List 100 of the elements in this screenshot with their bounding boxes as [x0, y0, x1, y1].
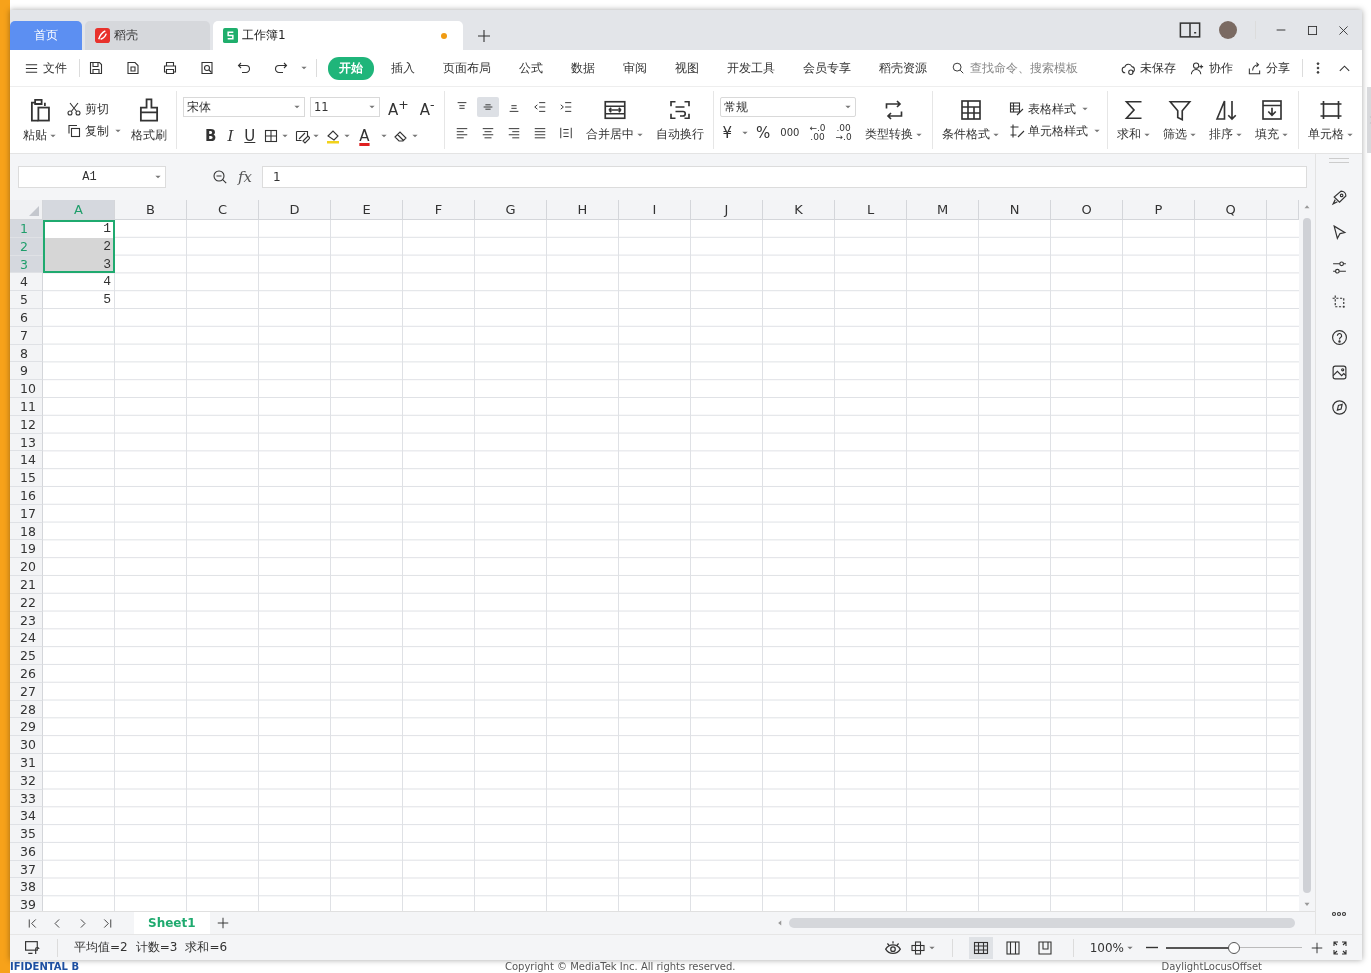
- ribbon-tab[interactable]: 稻壳资源: [868, 56, 938, 80]
- table-cell[interactable]: 1: [43, 220, 115, 238]
- currency-button[interactable]: ¥: [719, 123, 736, 143]
- row-header[interactable]: 9: [10, 362, 43, 381]
- zoom-slider[interactable]: [1166, 941, 1302, 954]
- ribbon-tab[interactable]: 页面布局: [432, 56, 502, 80]
- document-tab[interactable]: 工作簿1: [213, 21, 463, 50]
- font-family-dropdown[interactable]: 宋体: [183, 97, 305, 117]
- column-header[interactable]: H: [547, 200, 619, 220]
- toolbar-action-button[interactable]: 未保存: [1117, 59, 1180, 77]
- column-header[interactable]: N: [979, 200, 1051, 220]
- ribbon-tab[interactable]: 审阅: [612, 56, 658, 80]
- zoom-dropdown[interactable]: 100%: [1089, 940, 1134, 955]
- italic-button[interactable]: I: [224, 125, 237, 146]
- filter-button[interactable]: 筛选: [1159, 96, 1200, 144]
- row-header[interactable]: 35: [10, 825, 43, 843]
- document-tab[interactable]: 稻壳: [85, 21, 210, 50]
- row-header[interactable]: 24: [10, 629, 43, 648]
- increase-decimal-button[interactable]: ←.0 .00: [806, 124, 829, 142]
- column-header[interactable]: O: [1051, 200, 1123, 220]
- wrap-text-button[interactable]: 自动换行: [652, 96, 707, 144]
- column-header[interactable]: Q: [1195, 200, 1267, 220]
- underline-button[interactable]: U: [241, 125, 259, 146]
- column-header[interactable]: F: [403, 200, 475, 220]
- ribbon-tab[interactable]: 公式: [508, 56, 554, 80]
- cells-button[interactable]: 单元格: [1304, 96, 1357, 144]
- side-panel-button[interactable]: [1330, 364, 1348, 381]
- column-header[interactable]: L: [835, 200, 907, 220]
- side-panel-button[interactable]: [1330, 329, 1348, 346]
- font-size-dropdown[interactable]: 11: [310, 97, 380, 117]
- column-header[interactable]: J: [691, 200, 763, 220]
- ribbon-tab[interactable]: 视图: [664, 56, 710, 80]
- help-icon: [1330, 329, 1348, 346]
- side-panel-button[interactable]: [1330, 294, 1348, 311]
- column-header[interactable]: D: [259, 200, 331, 220]
- percent-button[interactable]: %: [753, 123, 774, 143]
- column-header[interactable]: P: [1123, 200, 1195, 220]
- number-format-dropdown[interactable]: 常规: [719, 97, 856, 117]
- merge-center-button[interactable]: 合并居中: [582, 96, 647, 144]
- table-cell[interactable]: 5: [43, 291, 115, 309]
- vertical-align-button[interactable]: [476, 97, 499, 117]
- column-header[interactable]: E: [331, 200, 403, 220]
- row-header[interactable]: 39: [10, 896, 43, 911]
- side-panel-button[interactable]: [1330, 399, 1348, 416]
- thousands-separator-button[interactable]: 000: [777, 123, 803, 143]
- caret-icon: [368, 103, 376, 111]
- paste-button[interactable]: 粘贴: [20, 95, 60, 145]
- row-header[interactable]: 5: [10, 291, 43, 309]
- file-menu[interactable]: 文件: [20, 59, 71, 77]
- row-header[interactable]: 4: [10, 273, 43, 292]
- command-search-field[interactable]: 查找命令、搜索模板: [951, 60, 1102, 76]
- insert-function-label[interactable]: fx: [238, 168, 252, 186]
- conditional-format-button[interactable]: 条件格式: [938, 96, 1003, 144]
- font-color-button[interactable]: A: [356, 125, 373, 146]
- minus-icon[interactable]: [1146, 946, 1158, 949]
- side-panel-button[interactable]: [1330, 224, 1348, 241]
- sort-button[interactable]: 排序: [1205, 96, 1246, 144]
- formula-input[interactable]: 1: [262, 166, 1307, 188]
- column-header[interactable]: M: [907, 200, 979, 220]
- row-header[interactable]: 29: [10, 718, 43, 737]
- type-convert-button[interactable]: 类型转换: [861, 96, 926, 144]
- sum-button[interactable]: 求和: [1113, 96, 1154, 144]
- cell-style-button[interactable]: 单元格样式: [1008, 123, 1101, 139]
- cut-button[interactable]: 剪切: [66, 101, 122, 117]
- row-header[interactable]: 34: [10, 807, 43, 826]
- selection-icon: [1330, 294, 1348, 311]
- ribbon-tab[interactable]: 开发工具: [716, 56, 786, 80]
- row-header[interactable]: 19: [10, 540, 43, 559]
- row-header[interactable]: 38: [10, 878, 43, 897]
- bold-button[interactable]: B: [201, 125, 220, 146]
- table-cell[interactable]: 4: [43, 273, 115, 292]
- row-header[interactable]: 14: [10, 451, 43, 470]
- ribbon-tab[interactable]: 插入: [380, 56, 426, 80]
- table-style-button[interactable]: 表格样式: [1008, 101, 1101, 117]
- column-header[interactable]: C: [187, 200, 259, 220]
- fill-button[interactable]: 填充: [1251, 96, 1292, 144]
- ribbon-tab[interactable]: 数据: [560, 56, 606, 80]
- column-header[interactable]: K: [763, 200, 835, 220]
- row-header[interactable]: 15: [10, 469, 43, 487]
- decrease-font-button[interactable]: A$^{-}$: [416, 94, 438, 120]
- row-header[interactable]: 25: [10, 647, 43, 665]
- format-painter-button[interactable]: 格式刷: [128, 95, 170, 145]
- row-header[interactable]: 10: [10, 380, 43, 398]
- row-header[interactable]: 20: [10, 558, 43, 576]
- side-panel-button[interactable]: [1330, 189, 1348, 206]
- decrease-decimal-button[interactable]: .00 →.0: [832, 124, 855, 142]
- copy-button[interactable]: 复制: [66, 123, 122, 139]
- row-header[interactable]: 30: [10, 736, 43, 754]
- avatar[interactable]: [1219, 21, 1237, 39]
- side-panel-button[interactable]: [1330, 259, 1348, 276]
- name-box[interactable]: A1: [18, 166, 166, 188]
- toolbar-action-button[interactable]: 分享: [1243, 59, 1294, 77]
- view-mode-button[interactable]: [968, 936, 993, 959]
- toolbar-action-button[interactable]: 协作: [1186, 59, 1237, 77]
- ribbon-tab[interactable]: 会员专享: [792, 56, 862, 80]
- slider-thumb[interactable]: [1228, 941, 1240, 954]
- increase-font-button[interactable]: A$^{+}$: [385, 94, 412, 120]
- column-header[interactable]: G: [475, 200, 547, 220]
- column-header[interactable]: I: [619, 200, 691, 220]
- column-header[interactable]: B: [115, 200, 187, 220]
